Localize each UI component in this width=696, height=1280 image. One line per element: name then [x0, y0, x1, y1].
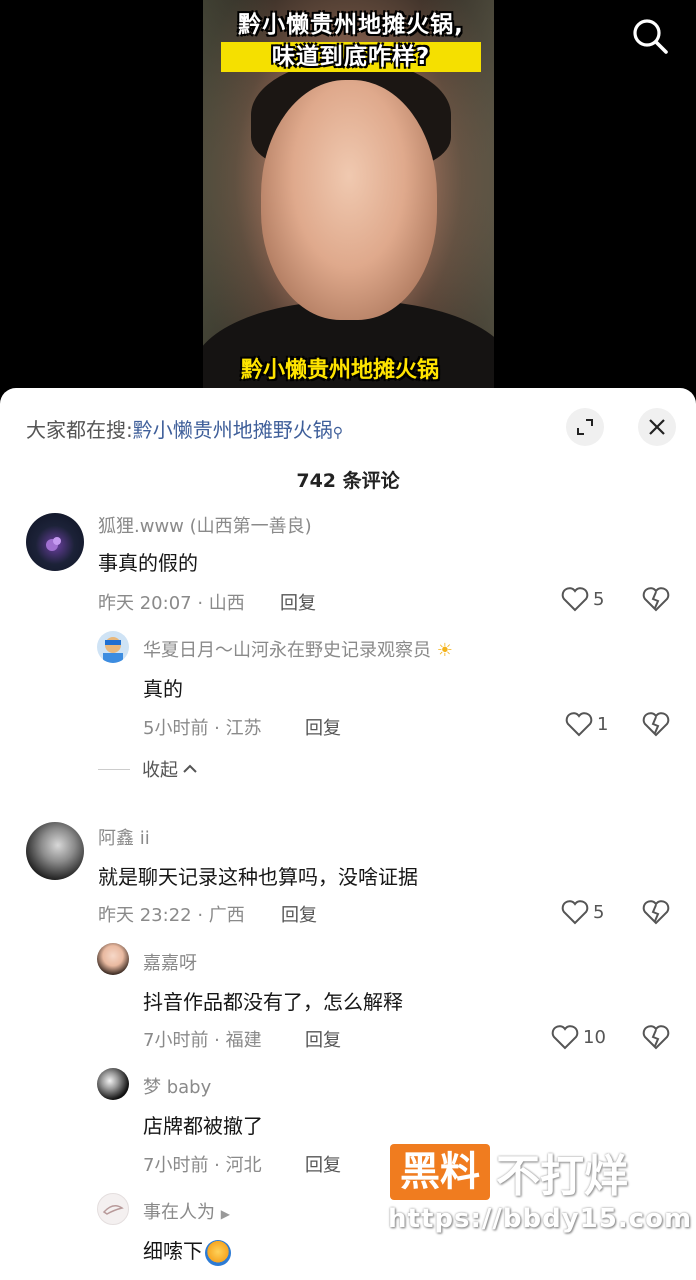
comment-username[interactable]: 嘉嘉呀: [143, 949, 197, 975]
watermark-brand-rest: 不打烊: [496, 1151, 628, 1202]
search-small-icon: ⚲: [332, 425, 344, 441]
heart-icon: [551, 1025, 579, 1050]
comment-meta: 5小时前 · 江苏: [143, 718, 262, 739]
close-icon: [649, 419, 665, 435]
broken-heart-icon: [642, 587, 670, 612]
trending-search-prefix: 大家都在搜:: [26, 418, 133, 442]
trending-search-query[interactable]: 黔小懒贵州地摊野火锅: [133, 418, 333, 442]
search-icon[interactable]: [628, 14, 672, 58]
video-caption-top: 黔小懒贵州地摊火锅, 味道到底咋样?: [221, 10, 481, 72]
person-face: [261, 80, 437, 320]
avatar[interactable]: [97, 943, 129, 975]
dislike-button[interactable]: [642, 711, 670, 741]
video-frame: 黔小懒贵州地摊火锅, 味道到底咋样? 黔小懒贵州地摊火锅: [203, 0, 494, 400]
sheet-header: 大家都在搜:黔小懒贵州地摊野火锅⚲: [0, 388, 696, 468]
collapse-label[interactable]: 收起: [142, 756, 178, 782]
broken-heart-icon: [642, 900, 670, 925]
video-caption-line1: 黔小懒贵州地摊火锅,: [238, 12, 464, 38]
comment-text: 店牌都被撤了: [143, 1114, 263, 1138]
watermark-brand-box: 黑料: [390, 1144, 490, 1200]
like-button[interactable]: 5: [561, 586, 604, 612]
comment-meta: 7小时前 · 福建: [143, 1030, 262, 1051]
comment-username[interactable]: 事在人为 ▶: [143, 1198, 230, 1224]
like-count: 5: [593, 588, 605, 610]
divider: [98, 768, 130, 770]
video-player[interactable]: 黔小懒贵州地摊火锅, 味道到底咋样? 黔小懒贵州地摊火锅: [0, 0, 696, 400]
comment-meta: 7小时前 · 河北: [143, 1155, 262, 1176]
avatar[interactable]: [97, 631, 129, 663]
avatar[interactable]: [97, 1193, 129, 1225]
reply-button[interactable]: 回复: [281, 901, 317, 927]
trending-search[interactable]: 大家都在搜:黔小懒贵州地摊野火锅⚲: [26, 414, 343, 443]
close-button[interactable]: [638, 408, 676, 446]
like-count: 1: [597, 713, 609, 735]
sun-icon: ☀: [436, 640, 453, 661]
reply-button[interactable]: 回复: [305, 714, 341, 740]
play-icon: ▶: [220, 1207, 230, 1221]
watermark-url: https://bbdy15.com: [388, 1204, 693, 1234]
comment-text: 事真的假的: [98, 551, 198, 575]
reply-button[interactable]: 回复: [305, 1026, 341, 1052]
avatar[interactable]: [97, 1068, 129, 1100]
video-caption-bottom: 黔小懒贵州地摊火锅: [241, 358, 440, 383]
heart-icon: [561, 900, 589, 925]
video-caption-line2: 味道到底咋样?: [221, 42, 481, 72]
dislike-button[interactable]: [642, 586, 670, 616]
comment-count: 742 条评论: [296, 470, 400, 492]
comment-meta: 昨天 23:22 · 广西: [98, 905, 245, 926]
comment-username[interactable]: 华夏日月～山河永在野史记录观察员 ☀: [143, 636, 453, 662]
comment-text: 真的: [143, 677, 183, 701]
watermark-logo: 黑料 不打烊: [390, 1143, 628, 1202]
comment-username[interactable]: 阿鑫 ii: [98, 824, 150, 850]
comment-text: 细嗦下: [143, 1235, 231, 1266]
like-count: 10: [583, 1026, 606, 1048]
heart-icon: [565, 712, 593, 737]
comment-text-content: 细嗦下: [143, 1239, 203, 1263]
like-button[interactable]: 5: [561, 899, 604, 925]
comment-username[interactable]: 梦 baby: [143, 1073, 211, 1099]
dislike-button[interactable]: [642, 1024, 670, 1054]
comment-text: 抖音作品都没有了，怎么解释: [143, 990, 403, 1014]
reply-button[interactable]: 回复: [280, 589, 316, 615]
expand-button[interactable]: [566, 408, 604, 446]
collapse-replies[interactable]: 收起: [98, 756, 198, 782]
avatar[interactable]: [26, 513, 84, 571]
like-button[interactable]: 1: [565, 711, 608, 737]
emoji-icon: [205, 1239, 231, 1266]
like-count: 5: [593, 901, 605, 923]
comment-text: 就是聊天记录这种也算吗，没啥证据: [98, 865, 418, 889]
dislike-button[interactable]: [642, 899, 670, 929]
avatar[interactable]: [26, 822, 84, 880]
comment-meta: 昨天 20:07 · 山西: [98, 593, 245, 614]
broken-heart-icon: [642, 1025, 670, 1050]
reply-button[interactable]: 回复: [305, 1151, 341, 1177]
username-text: 事在人为: [143, 1202, 215, 1223]
expand-icon: [577, 419, 593, 435]
like-button[interactable]: 10: [551, 1024, 606, 1050]
username-text: 华夏日月～山河永在野史记录观察员: [143, 640, 431, 661]
broken-heart-icon: [642, 712, 670, 737]
heart-icon: [561, 587, 589, 612]
chevron-up-icon: [183, 764, 197, 773]
comment-username[interactable]: 狐狸.www (山西第一善良): [98, 512, 312, 538]
